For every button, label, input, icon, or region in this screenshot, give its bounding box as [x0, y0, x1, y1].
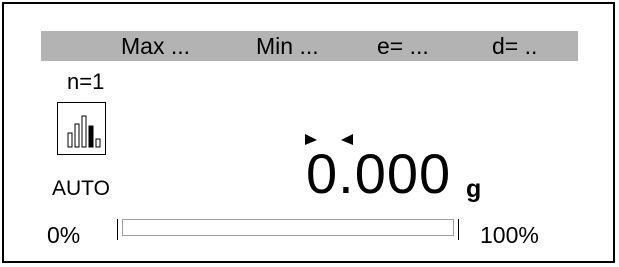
load-bar: [117, 219, 459, 240]
weight-unit: g: [466, 175, 482, 203]
histogram-icon[interactable]: [57, 102, 106, 155]
min-capacity-label: Min ...: [256, 33, 319, 59]
load-bar-max-label: 100%: [480, 222, 539, 248]
mode-label: AUTO: [52, 177, 110, 200]
verification-interval-label: e= ...: [377, 33, 429, 59]
load-bar-min-label: 0%: [47, 222, 81, 248]
readability-label: d= ..: [492, 33, 538, 59]
load-bar-box: [122, 219, 454, 236]
max-capacity-label: Max ...: [121, 33, 191, 59]
weight-reading: 0.000: [306, 142, 452, 205]
sample-counter: n=1: [67, 69, 105, 94]
